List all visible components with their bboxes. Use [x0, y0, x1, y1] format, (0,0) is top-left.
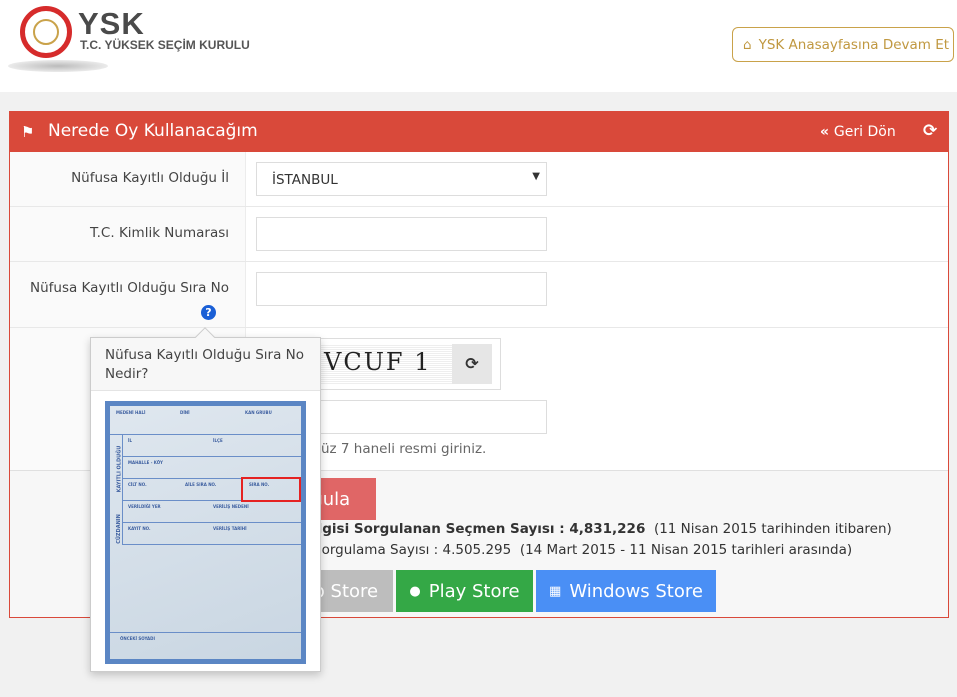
card-label: ÖNCEKİ SOYADI: [120, 636, 155, 641]
help-icon[interactable]: ?: [201, 305, 216, 320]
sira-input[interactable]: [256, 272, 547, 306]
card-label: AİLE SIRA NO.: [185, 482, 217, 487]
province-row: Nüfusa Kayıtlı Olduğu İl İSTANBUL ▼: [10, 152, 948, 207]
logo-subtitle: T.C. YÜKSEK SEÇİM KURULU: [80, 38, 250, 52]
card-label: CİLT NO.: [128, 482, 147, 487]
site-header: YSK T.C. YÜKSEK SEÇİM KURULU ⌂ YSK Anasay…: [0, 0, 957, 92]
card-label: MEDENİ HALİ: [116, 410, 146, 415]
windows-store-button[interactable]: ▦ Windows Store: [536, 570, 716, 612]
android-icon: ●: [409, 583, 421, 599]
logo-title: YSK: [78, 6, 145, 41]
help-popover: Nüfusa Kayıtlı Olduğu Sıra No Nedir? MED…: [90, 327, 321, 672]
play-store-label: Play Store: [428, 580, 520, 602]
card-label: İL: [128, 438, 133, 443]
card-label: VERİLDİĞİ YER: [128, 504, 161, 509]
stat-2-value: Sorgulama Sayısı : 4.505.295: [313, 542, 512, 558]
stat-1-note: (11 Nisan 2015 tarihinden itibaren): [653, 521, 892, 537]
popover-title: Nüfusa Kayıtlı Olduğu Sıra No Nedir?: [91, 338, 320, 391]
logo-shadow: [8, 60, 108, 72]
province-label: Nüfusa Kayıtlı Olduğu İl: [10, 152, 246, 206]
stat-2-note: (14 Mart 2015 - 11 Nisan 2015 tarihleri …: [519, 542, 853, 558]
tc-label: T.C. Kimlik Numarası: [10, 207, 246, 261]
play-store-button[interactable]: ● Play Store: [396, 570, 533, 612]
card-label: MAHALLE - KÖY: [128, 460, 163, 465]
windows-icon: ▦: [549, 583, 562, 599]
tc-input[interactable]: [256, 217, 547, 251]
tc-row: T.C. Kimlik Numarası: [10, 207, 948, 262]
province-select[interactable]: İSTANBUL ▼: [256, 162, 547, 196]
card-label: İLÇE: [213, 438, 223, 443]
sira-row: Nüfusa Kayıtlı Olduğu Sıra No ?: [10, 262, 948, 328]
stat-line-1: ilgisi Sorgulanan Seçmen Sayısı : 4,831,…: [313, 521, 892, 537]
province-value: İSTANBUL: [272, 172, 338, 188]
card-label: KAYIT NO.: [128, 526, 151, 531]
panel-title: Nerede Oy Kullanacağım: [48, 121, 258, 141]
panel-header: ⚑ Nerede Oy Kullanacağım « Geri Dön ⟳: [10, 112, 948, 152]
back-label: Geri Dön: [833, 124, 896, 140]
home-button-label: YSK Anasayfasına Devam Et: [758, 36, 950, 53]
captcha-refresh-button[interactable]: ⟳: [452, 344, 492, 384]
card-side-label: CÜZDANIN: [115, 514, 122, 544]
id-card-image: MEDENİ HALİ DİNİ KAN GRUBU İL İLÇE MAHAL…: [105, 401, 306, 664]
card-label: VERİLİŞ NEDENİ: [213, 504, 249, 509]
dropdown-arrow-icon: ▼: [532, 171, 540, 182]
stat-line-2: Sorgulama Sayısı : 4.505.295 (14 Mart 20…: [313, 542, 852, 558]
card-label: KAN GRUBU: [245, 410, 272, 415]
card-side-label: KAYITLI OLDUĞU: [116, 445, 123, 493]
sira-no-highlight: [241, 477, 301, 502]
ysk-seal-logo[interactable]: [20, 6, 72, 58]
refresh-icon[interactable]: ⟳: [923, 121, 937, 141]
home-icon: ⌂: [743, 36, 752, 53]
stat-1-value: ilgisi Sorgulanan Seçmen Sayısı : 4,831,…: [313, 521, 646, 537]
windows-store-label: Windows Store: [569, 580, 703, 602]
card-label: VERİLİŞ TARİHİ: [213, 526, 247, 531]
back-button[interactable]: « Geri Dön: [820, 124, 896, 140]
flag-icon: ⚑: [21, 123, 35, 141]
home-button[interactable]: ⌂ YSK Anasayfasına Devam Et: [732, 27, 954, 62]
card-label: DİNİ: [180, 410, 190, 415]
